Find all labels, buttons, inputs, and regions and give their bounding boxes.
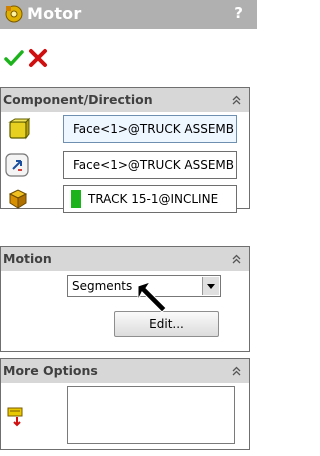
section-title: Motion [3, 251, 52, 266]
component-direction-header[interactable]: Component/Direction [1, 88, 249, 112]
property-manager-titlebar: Motor ? [0, 0, 257, 29]
checkmark-icon[interactable] [4, 49, 24, 67]
more-options-header[interactable]: More Options [1, 359, 249, 383]
component-face-icon [8, 117, 31, 140]
more-options-list[interactable] [67, 386, 235, 444]
action-bar [0, 29, 257, 87]
mouse-pointer-icon [137, 281, 167, 313]
panel-title: Motor [27, 4, 82, 23]
motor-icon [5, 5, 23, 23]
direction-field[interactable]: Face<1>@TRUCK ASSEMB [63, 151, 237, 179]
direction-arrow-icon[interactable] [5, 153, 29, 177]
collapse-chevron-icon[interactable] [231, 94, 242, 106]
help-button[interactable]: ? [234, 4, 243, 22]
motion-header[interactable]: Motion [1, 247, 249, 271]
component-field[interactable]: Face<1>@TRUCK ASSEMB [63, 115, 237, 143]
dropdown-arrow-icon[interactable] [202, 277, 219, 295]
green-marker [71, 190, 81, 208]
component-direction-panel: Component/Direction Face<1>@TRUCK ASSEMB… [0, 87, 250, 213]
relative-moving-field[interactable]: TRACK 15-1@INCLINE [63, 185, 237, 213]
collapse-chevron-icon[interactable] [231, 365, 242, 377]
collapse-chevron-icon[interactable] [231, 253, 242, 265]
section-title: More Options [3, 363, 98, 378]
cross-icon[interactable] [28, 48, 48, 68]
relative-component-icon [8, 189, 28, 209]
section-title: Component/Direction [3, 92, 153, 107]
faces-to-load-icon [7, 407, 23, 427]
